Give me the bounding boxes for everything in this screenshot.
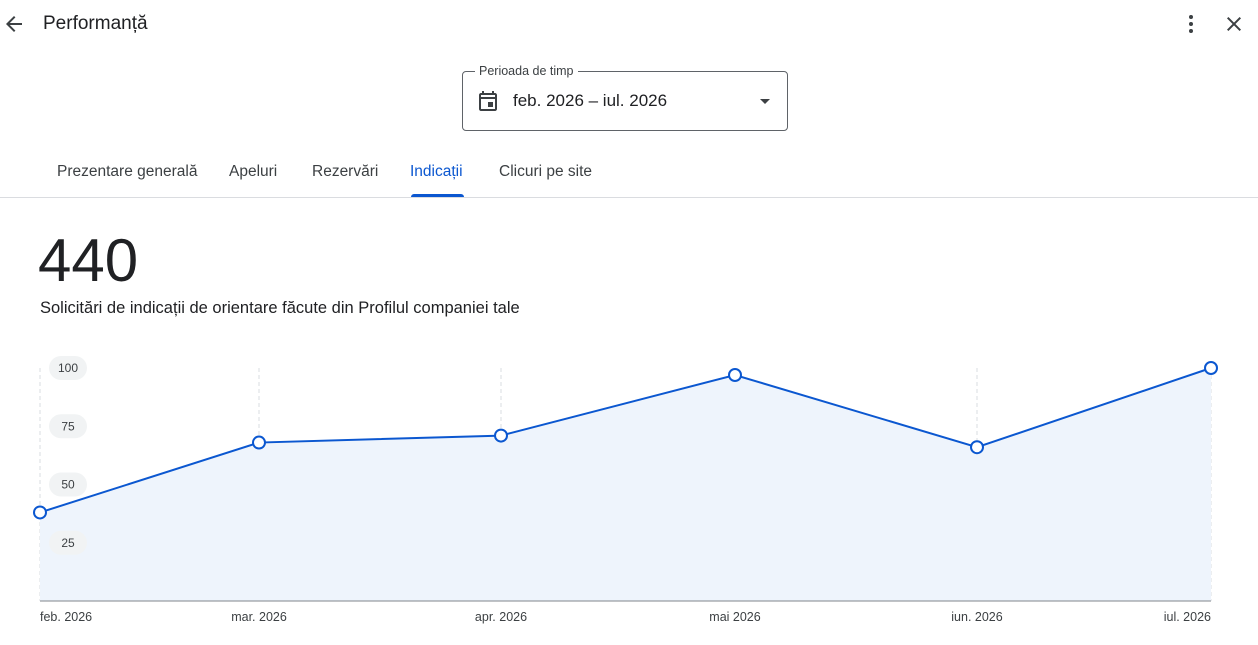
period-label: Perioada de timp [475, 64, 578, 78]
data-point-5 [1204, 361, 1218, 375]
data-point-3 [728, 367, 742, 382]
x-tick-label-4: iun. 2026 [951, 610, 1002, 624]
period-value: feb. 2026 – iul. 2026 [513, 91, 668, 110]
active-tab-indicator [411, 194, 464, 197]
x-tick-label-1: mar. 2026 [231, 610, 287, 624]
x-tick-label-3: mai 2026 [709, 610, 760, 624]
tab-prezentare-generala[interactable]: Prezentare generală [57, 163, 197, 181]
x-tick-label-5: iul. 2026 [1164, 610, 1211, 624]
period-select[interactable]: Perioada de timp feb. 2026 – iul. 2026 [462, 64, 788, 131]
back-arrow-icon[interactable] [2, 12, 26, 36]
more-vert-icon[interactable] [1179, 12, 1203, 36]
y-tick-label-50: 50 [61, 478, 75, 492]
tab-indicatii[interactable]: Indicații [410, 163, 463, 181]
metric-description: Solicitări de indicații de orientare făc… [40, 299, 520, 317]
data-point-0 [33, 505, 47, 520]
close-icon[interactable] [1222, 12, 1246, 36]
calendar-icon [476, 89, 500, 113]
tab-rezervari[interactable]: Rezervări [312, 163, 378, 181]
header-bar: Performanță [0, 0, 1258, 50]
data-point-1 [252, 435, 266, 450]
page-title: Performanță [43, 13, 148, 34]
x-tick-label-2: apr. 2026 [475, 610, 527, 624]
arrow-drop-down-icon [753, 89, 777, 113]
directions-chart: 25 50 75 100 feb. 2026 mar. 2026 apr. 2026 mai … [33, 356, 1218, 624]
y-tick-label-75: 75 [61, 419, 75, 433]
y-tick-label-100: 100 [58, 361, 78, 375]
total-count: 440 [38, 227, 139, 294]
data-point-4 [970, 440, 984, 455]
data-point-2 [494, 428, 508, 443]
x-tick-label-0: feb. 2026 [40, 610, 92, 624]
tab-clicuri-pe-site[interactable]: Clicuri pe site [499, 163, 592, 181]
tab-bar: Prezentare generală Apeluri Rezervări In… [0, 150, 1258, 198]
y-tick-label-25: 25 [61, 536, 75, 550]
tab-apeluri[interactable]: Apeluri [229, 163, 277, 181]
